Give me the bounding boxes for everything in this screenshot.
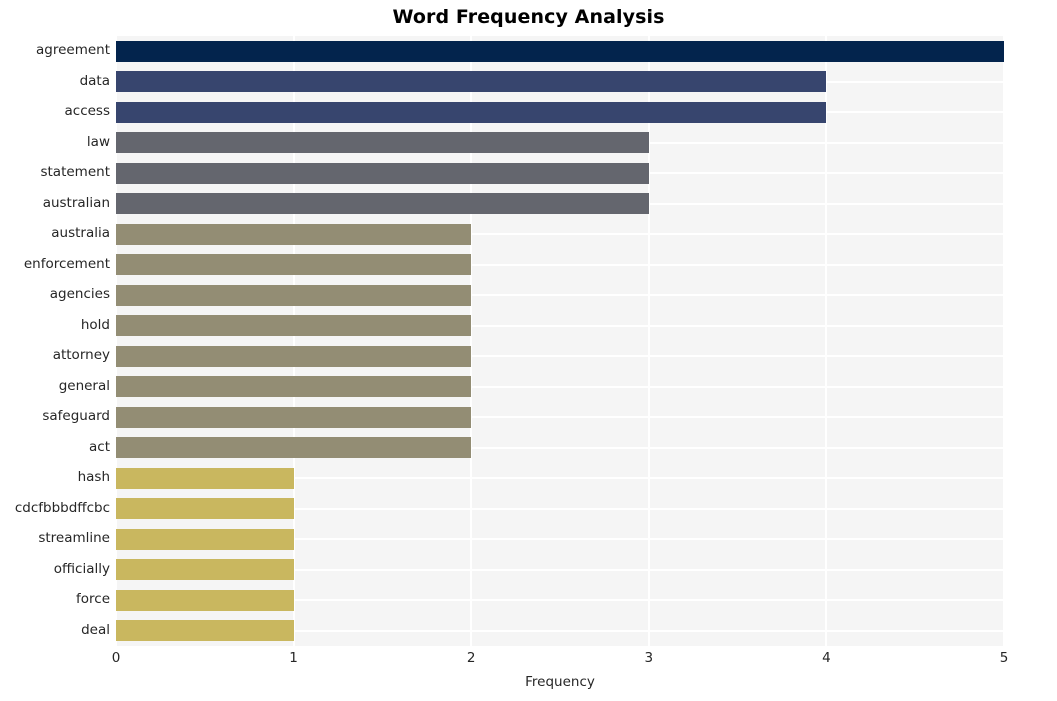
- y-tick-label: general: [58, 377, 110, 394]
- bar: [116, 620, 294, 642]
- y-tick-label: australian: [42, 194, 110, 211]
- y-tick-label: statement: [40, 164, 110, 181]
- y-tick-label: agencies: [49, 286, 110, 303]
- bar: [116, 315, 472, 337]
- x-tick-label: 2: [466, 650, 476, 666]
- bar: [116, 132, 649, 154]
- y-tick-label: streamline: [38, 530, 110, 547]
- x-tick-label: 5: [999, 650, 1009, 666]
- x-tick-label: 4: [822, 650, 831, 666]
- bar: [116, 376, 472, 398]
- bar: [116, 467, 294, 489]
- bar: [116, 559, 294, 581]
- bar: [116, 223, 472, 245]
- bar: [116, 498, 294, 520]
- x-tick-label: 3: [644, 650, 654, 666]
- bar: [116, 254, 472, 276]
- x-tick-label: 1: [289, 650, 298, 666]
- y-tick-label: access: [64, 103, 111, 120]
- x-tick-label: 0: [111, 650, 121, 666]
- y-tick-label: law: [86, 133, 110, 150]
- plot-area: [116, 36, 1004, 646]
- bar: [116, 162, 649, 184]
- bar: [116, 193, 649, 215]
- y-axis-tick-labels: agreement data access law statement australia…: [0, 36, 110, 646]
- x-axis-title: Frequency: [525, 674, 595, 690]
- bar: [116, 40, 1004, 62]
- y-tick-label: attorney: [52, 347, 110, 364]
- bar: [116, 71, 827, 93]
- bar: [116, 345, 472, 367]
- y-tick-label: safeguard: [42, 408, 110, 425]
- chart-figure: Word Frequency Analysis agreement data acc…: [0, 0, 1057, 701]
- y-tick-label: deal: [81, 621, 110, 638]
- y-tick-label: agreement: [35, 42, 110, 59]
- bar: [116, 284, 472, 306]
- y-tick-label: hash: [77, 469, 110, 486]
- y-tick-label: data: [79, 72, 110, 89]
- bar: [116, 589, 294, 611]
- y-tick-label: enforcement: [23, 255, 110, 272]
- bar: [116, 437, 472, 459]
- y-tick-label: force: [76, 591, 110, 608]
- bar: [116, 101, 827, 123]
- bar: [116, 528, 294, 550]
- y-tick-label: officially: [53, 560, 110, 577]
- y-tick-label: act: [89, 438, 110, 455]
- bar: [116, 406, 472, 428]
- y-tick-label: australia: [51, 225, 110, 242]
- bars-layer: [116, 36, 1004, 646]
- x-axis-tick-labels: 0 1 2 3 4 5: [112, 650, 1009, 674]
- y-tick-label: cdcfbbbdffcbc: [14, 499, 110, 516]
- chart-title: Word Frequency Analysis: [392, 6, 665, 28]
- y-tick-label: hold: [80, 316, 110, 333]
